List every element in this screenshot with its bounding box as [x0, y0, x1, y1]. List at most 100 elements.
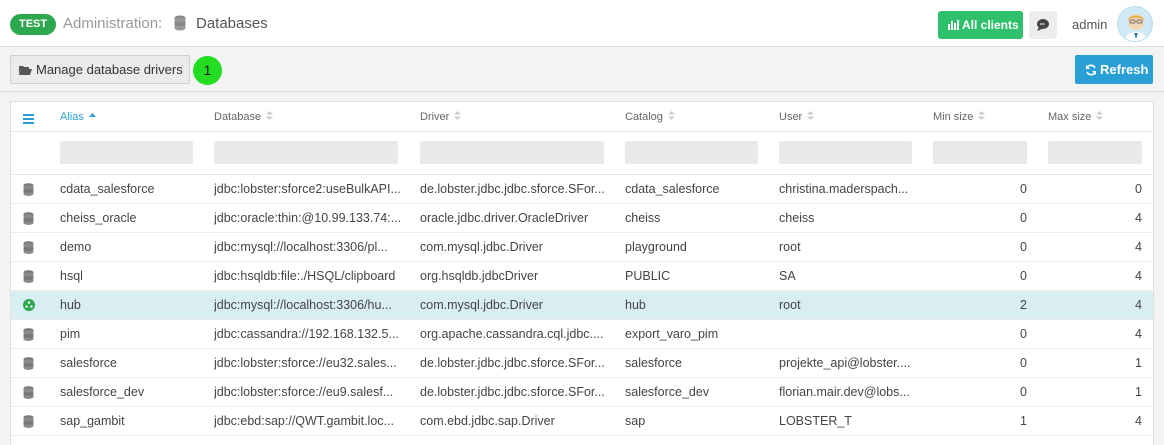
cell-alias: cheiss_oracle: [60, 211, 137, 225]
cell-driver: de.lobster.jdbc.jdbc.sforce.SFor...: [420, 385, 605, 399]
cell-database: jdbc:lobster:sforce://eu9.salesf...: [214, 385, 394, 399]
table-row[interactable]: salesforce_dev jdbc:lobster:sforce://eu9.…: [11, 378, 1153, 407]
filter-catalog-input[interactable]: [625, 141, 758, 164]
filter-row: [11, 132, 1153, 175]
cell-user: SA: [779, 269, 796, 283]
cell-user: christina.maderspach...: [779, 182, 909, 196]
filter-max-size-input[interactable]: [1048, 141, 1142, 164]
column-header-alias[interactable]: Alias: [60, 111, 96, 123]
cell-database: jdbc:mysql://localhost:3306/hu...: [214, 298, 392, 312]
cell-catalog: playground: [625, 240, 687, 254]
table-row[interactable]: hsql jdbc:hsqldb:file:./HSQL/clipboard org…: [11, 262, 1153, 291]
column-header-max-size[interactable]: Max size: [1048, 111, 1104, 123]
table-row[interactable]: hub jdbc:mysql://localhost:3306/hu... com.…: [11, 291, 1153, 320]
cell-driver: de.lobster.jdbc.jdbc.sforce.SFor...: [420, 356, 605, 370]
avatar[interactable]: [1117, 6, 1153, 42]
column-header-min-size[interactable]: Min size: [933, 111, 986, 123]
cell-max-size: 4: [1135, 414, 1142, 428]
column-menu-icon[interactable]: [23, 112, 34, 124]
sort-icon: [667, 111, 675, 120]
cell-user: root: [779, 298, 801, 312]
cell-catalog: PUBLIC: [625, 269, 671, 283]
cell-alias: cdata_salesforce: [60, 182, 155, 196]
filter-driver-input[interactable]: [420, 141, 604, 164]
cell-driver: com.mysql.jdbc.Driver: [420, 240, 543, 254]
filter-user-input[interactable]: [779, 141, 912, 164]
table-row[interactable]: salesforce jdbc:lobster:sforce://eu32.sal…: [11, 349, 1153, 378]
database-icon: [23, 241, 34, 254]
page-title: Databases: [196, 15, 268, 32]
table-row[interactable]: demo jdbc:mysql://localhost:3306/pl... com…: [11, 233, 1153, 262]
breadcrumb-parent[interactable]: Administration:: [63, 15, 162, 32]
count-badge: 1: [193, 56, 222, 85]
database-icon: [174, 15, 188, 32]
cell-max-size: 4: [1135, 240, 1142, 254]
cell-driver: com.mysql.jdbc.Driver: [420, 298, 543, 312]
filter-database-input[interactable]: [214, 141, 398, 164]
database-icon: [23, 415, 34, 428]
active-connection-icon: [23, 299, 35, 312]
cell-database: jdbc:hsqldb:file:./HSQL/clipboard: [214, 269, 396, 283]
cell-alias: salesforce_dev: [60, 385, 145, 399]
refresh-icon: [1085, 57, 1097, 76]
all-clients-button[interactable]: All clients: [938, 11, 1023, 39]
manage-drivers-button[interactable]: Manage database drivers: [10, 55, 190, 84]
refresh-button[interactable]: Refresh: [1075, 55, 1153, 84]
cell-database: jdbc:lobster:sforce2:useBulkAPI...: [214, 182, 401, 196]
cell-max-size: 4: [1135, 269, 1142, 283]
cell-max-size: 0: [1135, 182, 1142, 196]
cell-database: jdbc:oracle:thin:@10.99.133.74:...: [214, 211, 402, 225]
cell-driver: com.ebd.jdbc.sap.Driver: [420, 414, 555, 428]
sort-icon: [1096, 111, 1104, 120]
manage-drivers-label: Manage database drivers: [36, 62, 183, 77]
database-icon: [23, 270, 34, 283]
cell-user: cheiss: [779, 211, 815, 225]
filter-min-size-input[interactable]: [933, 141, 1027, 164]
cell-min-size: 2: [1020, 298, 1027, 312]
table-header: Alias Database Driver Catalog User Min s…: [11, 102, 1153, 132]
cell-database: jdbc:cassandra://192.168.132.5...: [214, 327, 399, 341]
cell-alias: demo: [60, 240, 92, 254]
cell-database: jdbc:mysql://localhost:3306/pl...: [214, 240, 388, 254]
cell-catalog: salesforce_dev: [625, 385, 710, 399]
top-bar: TEST Administration: Databases All clien…: [0, 0, 1164, 47]
sort-icon: [978, 111, 986, 120]
cell-min-size: 0: [1020, 240, 1027, 254]
cell-max-size: 1: [1135, 385, 1142, 399]
table-row[interactable]: cheiss_oracle jdbc:oracle:thin:@10.99.133…: [11, 204, 1153, 233]
table-row[interactable]: sap_gambit jdbc:ebd:sap://QWT.gambit.loc.…: [11, 407, 1153, 436]
table-row[interactable]: cdata_salesforce jdbc:lobster:sforce2:use…: [11, 175, 1153, 204]
column-header-user[interactable]: User: [779, 111, 815, 123]
cell-catalog: cdata_salesforce: [625, 182, 720, 196]
table-row[interactable]: pim jdbc:cassandra://192.168.132.5... org.…: [11, 320, 1153, 349]
column-header-driver[interactable]: Driver: [420, 111, 462, 123]
cell-min-size: 1: [1020, 414, 1027, 428]
cell-alias: hub: [60, 298, 81, 312]
cell-alias: hsql: [60, 269, 83, 283]
database-icon: [23, 212, 34, 225]
cell-min-size: 0: [1020, 356, 1027, 370]
cell-driver: de.lobster.jdbc.jdbc.sforce.SFor...: [420, 182, 605, 196]
toolbar: Manage database drivers Refresh: [0, 47, 1164, 92]
username[interactable]: admin: [1072, 17, 1107, 32]
folder-open-icon: [19, 57, 32, 75]
cell-max-size: 1: [1135, 356, 1142, 370]
database-icon: [23, 386, 34, 399]
column-header-catalog[interactable]: Catalog: [625, 111, 675, 123]
filter-alias-input[interactable]: [60, 141, 193, 164]
cell-alias: sap_gambit: [60, 414, 125, 428]
cell-user: florian.mair.dev@lobs...: [779, 385, 910, 399]
cell-user: LOBSTER_T: [779, 414, 852, 428]
column-header-database[interactable]: Database: [214, 111, 274, 123]
chat-button[interactable]: [1029, 11, 1057, 39]
cell-alias: pim: [60, 327, 81, 341]
cell-min-size: 0: [1020, 385, 1027, 399]
cell-database: jdbc:ebd:sap://QWT.gambit.loc...: [214, 414, 394, 428]
cell-min-size: 0: [1020, 269, 1027, 283]
cell-max-size: 4: [1135, 211, 1142, 225]
cell-catalog: sap: [625, 414, 646, 428]
bar-chart-icon: [948, 12, 959, 30]
cell-driver: oracle.jdbc.driver.OracleDriver: [420, 211, 589, 225]
sort-icon: [266, 111, 274, 120]
sort-icon: [807, 111, 815, 120]
